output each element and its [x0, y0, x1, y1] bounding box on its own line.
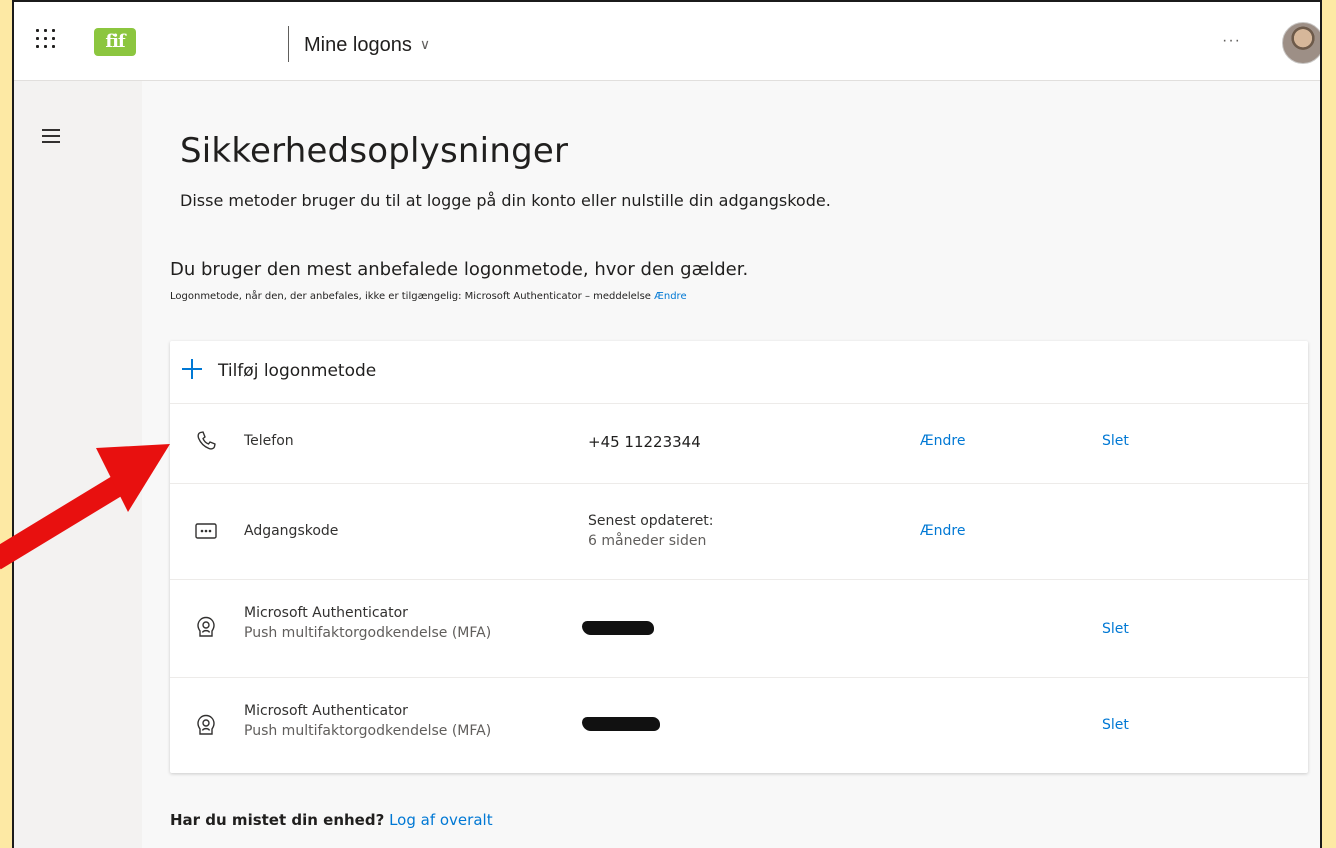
hamburger-menu-icon[interactable] — [42, 129, 60, 143]
method-row-authenticator: Microsoft Authenticator Push multifaktor… — [170, 677, 1308, 773]
top-bar: fif Mine logons ∨ ··· — [14, 2, 1320, 81]
more-options-icon[interactable]: ··· — [1222, 32, 1241, 50]
authenticator-icon — [197, 616, 215, 637]
redacted-value — [582, 717, 660, 731]
browser-frame: fif Mine logons ∨ ··· Sikkerhedsoplysning… — [12, 0, 1322, 848]
organization-logo[interactable]: fif — [94, 28, 136, 56]
change-default-method-link[interactable]: Ændre — [654, 291, 686, 302]
delete-phone-link[interactable]: Slet — [1102, 433, 1129, 449]
sign-out-everywhere-link[interactable]: Log af overalt — [389, 811, 493, 829]
app-title: Mine logons — [304, 34, 412, 56]
last-updated-label: Senest opdateret: — [588, 513, 714, 529]
change-phone-link[interactable]: Ændre — [920, 433, 965, 449]
chevron-down-icon: ∨ — [419, 36, 431, 52]
method-subtitle: Push multifaktorgodkendelse (MFA) — [244, 723, 492, 739]
authenticator-icon — [197, 714, 215, 735]
last-updated-value: 6 måneder siden — [588, 533, 707, 549]
page-title: Sikkerhedsoplysninger — [180, 131, 569, 171]
main-content: Sikkerhedsoplysninger Disse metoder brug… — [142, 81, 1320, 848]
method-name: Adgangskode — [244, 523, 339, 539]
method-name: Telefon — [244, 433, 294, 449]
method-name: Microsoft Authenticator Push multifaktor… — [244, 703, 491, 739]
fallback-method-text: Logonmetode, når den, der anbefales, ikk… — [170, 291, 687, 302]
redacted-value — [582, 621, 654, 635]
method-name: Microsoft Authenticator Push multifaktor… — [244, 605, 491, 641]
delete-authenticator-link[interactable]: Slet — [1102, 621, 1129, 637]
method-title: Microsoft Authenticator — [244, 703, 408, 719]
app-launcher-icon[interactable] — [36, 29, 58, 51]
phone-icon — [197, 431, 216, 450]
add-method-button[interactable]: Tilføj logonmetode — [170, 341, 1308, 404]
left-navigation — [14, 81, 142, 848]
lost-device-question: Har du mistet din enhed? — [170, 811, 385, 829]
method-title: Microsoft Authenticator — [244, 605, 408, 621]
add-method-label: Tilføj logonmetode — [218, 361, 377, 381]
delete-authenticator-link[interactable]: Slet — [1102, 717, 1129, 733]
header-divider — [288, 26, 289, 62]
plus-icon — [182, 359, 202, 379]
method-subtitle: Push multifaktorgodkendelse (MFA) — [244, 625, 492, 641]
password-icon — [195, 523, 217, 539]
method-value: +45 11223344 — [588, 433, 701, 451]
method-row-phone: Telefon +45 11223344 Ændre Slet — [170, 403, 1308, 484]
method-row-authenticator: Microsoft Authenticator Push multifaktor… — [170, 579, 1308, 678]
method-row-password: Adgangskode Senest opdateret: 6 måneder … — [170, 483, 1308, 580]
change-password-link[interactable]: Ændre — [920, 523, 965, 539]
fallback-method-label: Logonmetode, når den, der anbefales, ikk… — [170, 291, 651, 302]
app-title-dropdown[interactable]: Mine logons ∨ — [304, 34, 430, 57]
password-last-updated: Senest opdateret: 6 måneder siden — [588, 511, 714, 551]
methods-card: Tilføj logonmetode Telefon +45 11223344 … — [170, 341, 1308, 773]
lost-device-prompt: Har du mistet din enhed? Log af overalt — [170, 811, 493, 829]
recommended-method-text: Du bruger den mest anbefalede logonmetod… — [170, 259, 749, 280]
page-subtitle: Disse metoder bruger du til at logge på … — [180, 191, 831, 210]
avatar[interactable] — [1282, 22, 1320, 64]
